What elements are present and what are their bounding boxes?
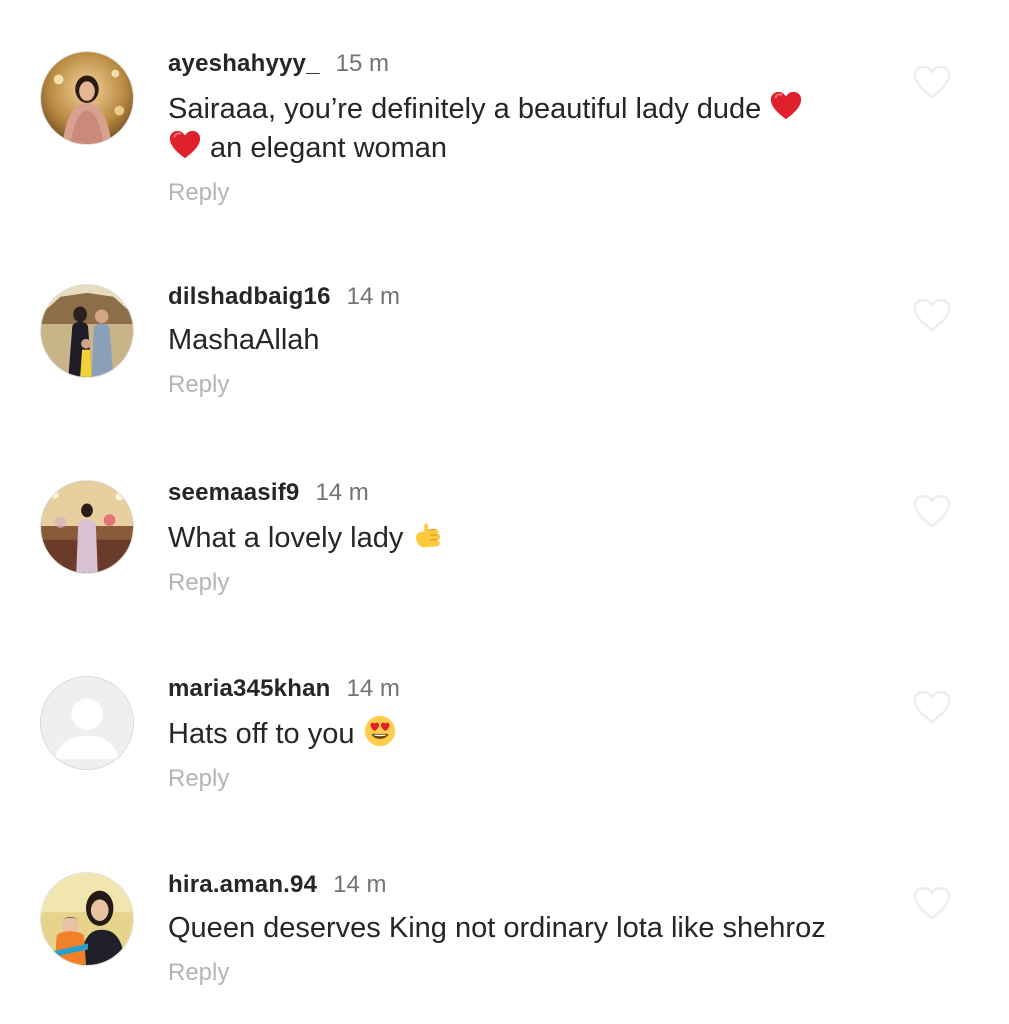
comment-text: Sairaaa, you’re definitely a beautiful l… bbox=[168, 89, 868, 167]
comment-text-part: Hats off to you bbox=[168, 718, 363, 750]
reply-button[interactable]: Reply bbox=[168, 959, 229, 987]
heart-outline-icon[interactable] bbox=[912, 297, 952, 333]
comment-item: dilshadbaig16 14 m MashaAllah Reply bbox=[0, 283, 1009, 479]
comment-text-part: MashaAllah bbox=[168, 324, 320, 356]
username[interactable]: hira.aman.94 bbox=[168, 871, 317, 899]
comment-meta: maria345khan 14 m bbox=[168, 675, 868, 705]
comment-text-part: Queen deserves King not ordinary lota li… bbox=[168, 912, 826, 944]
timestamp: 15 m bbox=[335, 50, 390, 77]
avatar[interactable] bbox=[40, 284, 134, 378]
timestamp: 14 m bbox=[315, 479, 369, 506]
red-heart-emoji-icon bbox=[769, 89, 803, 123]
avatar[interactable] bbox=[40, 51, 134, 145]
comment-item: seemaasif9 14 m What a lovely lady Reply bbox=[0, 479, 1009, 675]
avatar[interactable] bbox=[40, 676, 134, 770]
comment-meta: ayeshahyyy_ 15 m bbox=[168, 50, 868, 80]
reply-button[interactable]: Reply bbox=[168, 179, 229, 207]
heart-outline-icon[interactable] bbox=[912, 885, 952, 921]
username[interactable]: seemaasif9 bbox=[168, 479, 299, 507]
timestamp: 14 m bbox=[346, 283, 401, 310]
timestamp: 14 m bbox=[333, 871, 387, 898]
avatar[interactable] bbox=[40, 872, 134, 966]
comment-body: dilshadbaig16 14 m MashaAllah Reply bbox=[168, 283, 868, 399]
comment-text-part: What a lovely lady bbox=[168, 522, 412, 554]
comment-text: Hats off to you bbox=[168, 714, 868, 753]
heart-eyes-emoji-icon bbox=[363, 714, 397, 748]
reply-button[interactable]: Reply bbox=[168, 569, 229, 597]
heart-outline-icon[interactable] bbox=[912, 64, 952, 100]
red-heart-emoji-icon bbox=[168, 128, 202, 162]
comment-body: seemaasif9 14 m What a lovely lady Reply bbox=[168, 479, 868, 597]
comment-meta: dilshadbaig16 14 m bbox=[168, 283, 868, 313]
comment-text-part: Sairaaa, you’re definitely a beautiful l… bbox=[168, 93, 770, 125]
avatar-photo bbox=[41, 481, 133, 573]
avatar-photo bbox=[41, 52, 133, 144]
comment-list: ayeshahyyy_ 15 m Sairaaa, you’re definit… bbox=[0, 0, 1009, 1024]
username[interactable]: maria345khan bbox=[168, 675, 331, 703]
comment-body: hira.aman.94 14 m Queen deserves King no… bbox=[168, 871, 868, 987]
call-me-hand-emoji-icon bbox=[411, 518, 445, 552]
username[interactable]: dilshadbaig16 bbox=[168, 283, 331, 311]
comment-item: ayeshahyyy_ 15 m Sairaaa, you’re definit… bbox=[0, 50, 1009, 246]
comment-text: Queen deserves King not ordinary lota li… bbox=[168, 910, 868, 947]
comment-body: ayeshahyyy_ 15 m Sairaaa, you’re definit… bbox=[168, 50, 868, 207]
avatar[interactable] bbox=[40, 480, 134, 574]
comment-meta: seemaasif9 14 m bbox=[168, 479, 868, 509]
timestamp: 14 m bbox=[346, 675, 400, 702]
comment-meta: hira.aman.94 14 m bbox=[168, 871, 868, 901]
comment-item: hira.aman.94 14 m Queen deserves King no… bbox=[0, 871, 1009, 1024]
comment-text-part: an elegant woman bbox=[202, 132, 448, 164]
comment-text: MashaAllah bbox=[168, 322, 868, 359]
avatar-photo bbox=[41, 285, 133, 377]
comment-text: What a lovely lady bbox=[168, 518, 868, 557]
comment-item: maria345khan 14 m Hats off to you Reply bbox=[0, 675, 1009, 871]
avatar-photo bbox=[41, 873, 133, 965]
heart-outline-icon[interactable] bbox=[912, 493, 952, 529]
heart-outline-icon[interactable] bbox=[912, 689, 952, 725]
reply-button[interactable]: Reply bbox=[168, 765, 229, 793]
reply-button[interactable]: Reply bbox=[168, 371, 229, 399]
username[interactable]: ayeshahyyy_ bbox=[168, 50, 320, 78]
comment-body: maria345khan 14 m Hats off to you Reply bbox=[168, 675, 868, 793]
default-avatar-icon bbox=[41, 677, 133, 769]
